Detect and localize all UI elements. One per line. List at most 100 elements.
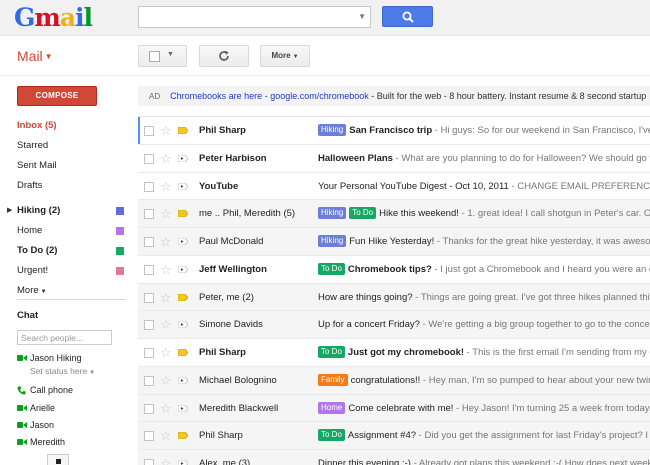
star-icon[interactable]: ☆: [160, 422, 172, 449]
search-button[interactable]: [382, 6, 433, 27]
row-checkbox[interactable]: [144, 431, 154, 442]
importance-marker-icon[interactable]: [178, 210, 188, 218]
label-tag[interactable]: Hiking: [318, 124, 347, 136]
row-snippet: - Hey Jason! I'm turning 25 a week from …: [453, 402, 650, 414]
star-icon[interactable]: ☆: [160, 339, 172, 366]
row-checkbox[interactable]: [144, 320, 154, 331]
label-color-swatch[interactable]: [116, 247, 124, 255]
mail-row[interactable]: ☆ Peter, me (2) How are things going? - Th…: [138, 283, 650, 312]
chat-options-button[interactable]: [47, 454, 69, 465]
phone-icon: [17, 386, 26, 395]
star-icon[interactable]: ☆: [160, 450, 172, 465]
search-box[interactable]: ▼: [138, 6, 371, 28]
chat-contact[interactable]: Jason: [17, 418, 54, 432]
compose-button[interactable]: COMPOSE: [17, 86, 97, 106]
label-tag[interactable]: To Do: [318, 346, 345, 358]
star-icon[interactable]: ☆: [160, 284, 172, 311]
importance-marker-icon[interactable]: [178, 404, 188, 412]
mail-row[interactable]: ☆ Paul McDonald Hiking Fun Hike Yesterday! …: [138, 228, 650, 256]
mail-row[interactable]: ☆ Michael Bolognino Family congratulations!…: [138, 366, 650, 395]
importance-marker-icon[interactable]: [178, 238, 188, 245]
label-tag[interactable]: To Do: [318, 262, 345, 275]
label-tag[interactable]: To Do: [318, 429, 345, 442]
ad-link[interactable]: Chromebooks are here: [170, 91, 262, 101]
importance-marker-icon[interactable]: [178, 265, 188, 273]
importance-marker-icon[interactable]: [178, 321, 188, 329]
sidebar-item-hiking-2[interactable]: ▶ Hiking (2): [0, 201, 126, 221]
importance-marker-icon[interactable]: [178, 349, 188, 356]
row-checkbox[interactable]: [144, 181, 154, 192]
search-options-caret-icon[interactable]: ▼: [358, 12, 366, 21]
importance-marker-icon[interactable]: [178, 460, 188, 465]
importance-marker-icon[interactable]: [178, 182, 188, 190]
row-checkbox[interactable]: [144, 348, 154, 358]
mail-row[interactable]: ☆ me .. Phil, Meredith (5) Hiking To Do Hike…: [138, 200, 650, 228]
sidebar-item-starred[interactable]: Starred: [0, 136, 126, 156]
label-tag[interactable]: Home: [318, 401, 346, 414]
sidebar-item-urgent[interactable]: Urgent!: [0, 261, 126, 281]
ad-url[interactable]: google.com/chromebook: [270, 91, 369, 101]
star-icon[interactable]: ☆: [160, 311, 172, 338]
label-tag[interactable]: Family: [318, 373, 348, 386]
row-checkbox[interactable]: [144, 126, 154, 136]
row-checkbox[interactable]: [144, 375, 154, 386]
chat-contact[interactable]: Arielle: [17, 401, 55, 415]
label-tag[interactable]: Hiking: [318, 207, 347, 220]
sidebar-item-drafts[interactable]: Drafts: [0, 176, 126, 196]
mail-row[interactable]: ☆ YouTube Your Personal YouTube Digest - O…: [138, 172, 650, 201]
chat-self[interactable]: Jason Hiking: [17, 351, 82, 365]
mail-row[interactable]: ☆ Jeff Wellington To Do Chromebook tips? - …: [138, 255, 650, 284]
sidebar-item-inbox-5[interactable]: Inbox (5): [0, 116, 126, 136]
chat-contact[interactable]: Meredith: [17, 435, 65, 449]
row-checkbox[interactable]: [144, 264, 154, 275]
mail-row[interactable]: ☆ Peter Harbison Halloween Plans - What ar…: [138, 144, 650, 173]
expand-arrow-icon[interactable]: ▶: [7, 201, 12, 221]
star-icon[interactable]: ☆: [160, 228, 172, 255]
star-icon[interactable]: ☆: [160, 145, 172, 172]
search-input[interactable]: [139, 7, 349, 27]
row-checkbox[interactable]: [144, 209, 154, 220]
star-icon[interactable]: ☆: [160, 395, 172, 422]
row-checkbox[interactable]: [144, 459, 154, 465]
label-tag[interactable]: Hiking: [318, 235, 347, 247]
sidebar-item-home[interactable]: Home: [0, 221, 126, 241]
label-color-swatch[interactable]: [116, 207, 124, 215]
row-checkbox[interactable]: [144, 237, 154, 247]
row-checkbox[interactable]: [144, 292, 154, 303]
ad-row[interactable]: AD Chromebooks are here - google.com/chro…: [138, 86, 650, 106]
importance-marker-icon[interactable]: [178, 127, 188, 134]
importance-marker-icon[interactable]: [178, 154, 188, 162]
mail-row[interactable]: ☆ Phil Sharp To Do Assignment #4? - Did you…: [138, 422, 650, 450]
mail-row[interactable]: ☆ Simone Davids Up for a concert Friday? -…: [138, 311, 650, 339]
sidebar-item-to-do-2[interactable]: To Do (2): [0, 241, 126, 261]
mail-switcher[interactable]: Mail ▼: [17, 48, 53, 65]
sidebar-item-more[interactable]: More ▼: [0, 281, 126, 301]
select-all-checkbox[interactable]: [149, 51, 160, 62]
sidebar-item-sent-mail[interactable]: Sent Mail: [0, 156, 126, 176]
star-icon[interactable]: ☆: [160, 117, 172, 144]
importance-marker-icon[interactable]: [178, 293, 188, 301]
chat-contact[interactable]: Call phone: [17, 383, 73, 397]
mail-row[interactable]: ☆ Phil Sharp To Do Just got my chromebook! …: [138, 339, 650, 367]
more-button[interactable]: More ▼: [260, 45, 310, 67]
importance-marker-icon[interactable]: [178, 432, 188, 440]
label-color-swatch[interactable]: [116, 267, 124, 275]
search-people-input[interactable]: [18, 331, 111, 344]
refresh-button[interactable]: [199, 45, 249, 67]
status-dropdown[interactable]: Set status here ▼: [30, 366, 95, 376]
select-all-button[interactable]: ▼: [138, 45, 187, 67]
gmail-logo[interactable]: Gmail: [14, 3, 93, 33]
mail-row[interactable]: ☆ Phil Sharp Hiking San Francisco trip - Hi…: [138, 117, 650, 145]
mail-row[interactable]: ☆ Meredith Blackwell Home Come celebrate wi…: [138, 394, 650, 423]
star-icon[interactable]: ☆: [160, 367, 172, 394]
search-people-box[interactable]: [17, 330, 112, 345]
mail-row[interactable]: ☆ Alex, me (3) Dinner this evening :-) - A…: [138, 450, 650, 465]
star-icon[interactable]: ☆: [160, 256, 172, 283]
importance-marker-icon[interactable]: [178, 376, 188, 384]
star-icon[interactable]: ☆: [160, 200, 172, 227]
star-icon[interactable]: ☆: [160, 173, 172, 200]
label-color-swatch[interactable]: [116, 227, 124, 235]
row-checkbox[interactable]: [144, 153, 154, 164]
row-checkbox[interactable]: [144, 403, 154, 414]
label-tag[interactable]: To Do: [349, 207, 377, 220]
